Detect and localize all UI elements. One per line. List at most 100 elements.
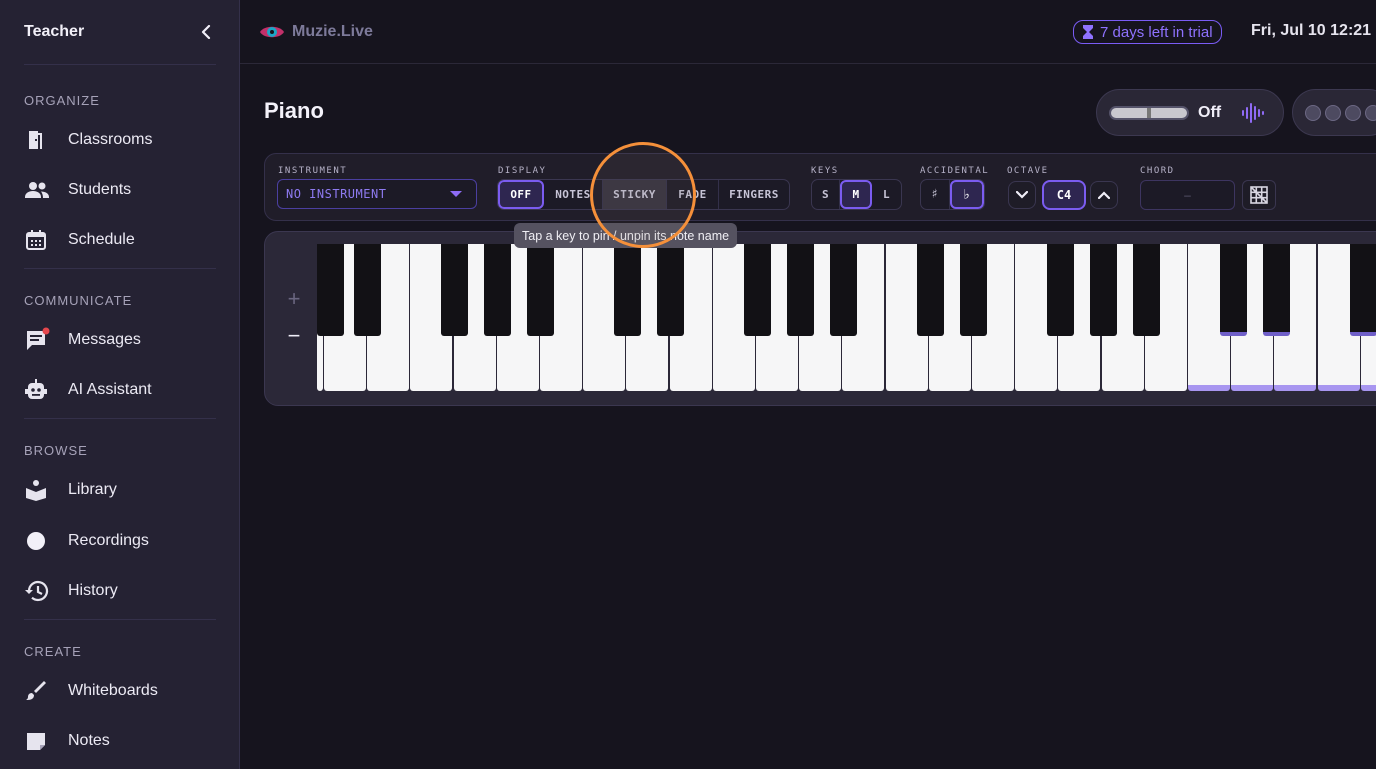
- participant-dot: [1305, 104, 1321, 121]
- octave-up-button[interactable]: [1090, 181, 1118, 209]
- piano-black-key[interactable]: [526, 244, 554, 336]
- participants-pill[interactable]: [1292, 89, 1376, 136]
- collapse-sidebar-button[interactable]: [196, 22, 216, 42]
- participant-dot: [1325, 104, 1341, 121]
- page-title: Piano: [264, 98, 324, 123]
- chevron-down-icon: [1016, 191, 1028, 199]
- keys-small-button[interactable]: S: [812, 180, 840, 209]
- hourglass-icon: [1083, 25, 1093, 39]
- divider: [24, 64, 216, 65]
- sidebar-header: Teacher: [24, 20, 216, 44]
- eye-logo-icon: [260, 26, 284, 38]
- audio-wave-icon: [1242, 103, 1264, 123]
- chord-grid-button[interactable]: [1242, 180, 1276, 210]
- sharp-button[interactable]: ♯: [921, 180, 950, 209]
- book-icon: [26, 480, 46, 501]
- piano-black-key[interactable]: [743, 244, 771, 336]
- instrument-label: INSTRUMENT: [278, 166, 348, 176]
- piano-black-key[interactable]: [829, 244, 857, 336]
- piano-black-key[interactable]: [1349, 244, 1376, 336]
- trial-badge[interactable]: 7 days left in trial: [1073, 20, 1222, 44]
- door-icon: [29, 131, 42, 149]
- sidebar-item-label: Schedule: [68, 231, 135, 248]
- divider: [24, 418, 216, 419]
- top-bar: Muzie.Live 7 days left in trial Fri, Jul…: [240, 0, 1376, 64]
- display-off-button[interactable]: OFF: [498, 180, 544, 209]
- octave-value: C4: [1042, 180, 1086, 210]
- piano-black-key[interactable]: [959, 244, 987, 336]
- sidebar-item-classrooms[interactable]: Classrooms: [24, 122, 216, 158]
- keyboard-panel: + −: [264, 231, 1376, 406]
- participant-dot: [1365, 104, 1376, 121]
- display-fingers-button[interactable]: FINGERS: [719, 180, 789, 209]
- piano-black-key[interactable]: [1219, 244, 1247, 336]
- logo[interactable]: Muzie.Live: [258, 18, 373, 46]
- piano-black-key[interactable]: [1046, 244, 1074, 336]
- piano-black-key[interactable]: [1089, 244, 1117, 336]
- trial-text: 7 days left in trial: [1100, 23, 1213, 41]
- datetime: Fri, Jul 10 12:21: [1251, 22, 1372, 39]
- chord-input[interactable]: –: [1140, 180, 1235, 210]
- sidebar-item-label: Messages: [68, 331, 141, 348]
- mic-status: Off: [1198, 104, 1222, 121]
- record-icon: [27, 532, 45, 550]
- zoom-in-button[interactable]: +: [283, 286, 305, 311]
- display-label: DISPLAY: [498, 166, 547, 176]
- sidebar-item-students[interactable]: Students: [24, 172, 216, 208]
- piano-controls: INSTRUMENT NO INSTRUMENT DISPLAY OFF NOT…: [264, 153, 1376, 221]
- section-organize: ORGANIZE: [24, 93, 100, 108]
- display-fade-button[interactable]: FADE: [667, 180, 719, 209]
- piano-black-key[interactable]: [354, 244, 381, 336]
- piano-black-key[interactable]: [656, 244, 684, 336]
- sidebar-item-label: Classrooms: [68, 131, 153, 148]
- sidebar-item-library[interactable]: Library: [24, 472, 216, 508]
- message-icon: [27, 327, 50, 350]
- piano-black-key[interactable]: [916, 244, 944, 336]
- keys-medium-button[interactable]: M: [840, 180, 872, 209]
- instrument-select[interactable]: NO INSTRUMENT: [277, 179, 477, 209]
- display-sticky-button[interactable]: STICKY: [603, 180, 667, 209]
- flat-button[interactable]: ♭: [950, 180, 984, 209]
- divider: [24, 619, 216, 620]
- piano-black-key[interactable]: [440, 244, 468, 336]
- accidental-label: ACCIDENTAL: [920, 166, 990, 176]
- mic-level-slider[interactable]: [1109, 106, 1189, 120]
- sidebar-item-whiteboards[interactable]: Whiteboards: [24, 673, 216, 709]
- sidebar-item-notes[interactable]: Notes: [24, 723, 216, 759]
- octave-label: OCTAVE: [1007, 166, 1049, 176]
- slider-thumb[interactable]: [1147, 108, 1151, 118]
- sidebar-item-messages[interactable]: Messages: [24, 322, 216, 358]
- octave-down-button[interactable]: [1008, 181, 1036, 209]
- sidebar-item-label: Students: [68, 181, 132, 198]
- piano-black-key[interactable]: [1262, 244, 1290, 336]
- audio-wave-button[interactable]: [1241, 101, 1265, 130]
- display-notes-button[interactable]: NOTES: [544, 180, 603, 209]
- sidebar: Teacher ORGANIZE Classrooms Students Sch…: [0, 0, 240, 769]
- keys-large-button[interactable]: L: [872, 180, 901, 209]
- chevron-up-icon: [1098, 191, 1110, 199]
- note-icon: [27, 733, 45, 750]
- mic-control: Off: [1096, 89, 1284, 136]
- piano-black-key[interactable]: [316, 244, 344, 336]
- sidebar-item-schedule[interactable]: Schedule: [24, 222, 216, 258]
- app-root: Teacher ORGANIZE Classrooms Students Sch…: [0, 0, 1376, 769]
- display-toggle: OFF NOTES STICKY FADE FINGERS: [497, 179, 790, 210]
- sidebar-item-recordings[interactable]: Recordings: [24, 523, 216, 559]
- sidebar-item-label: Notes: [68, 732, 110, 749]
- sidebar-item-label: History: [68, 582, 118, 599]
- piano-black-key[interactable]: [786, 244, 814, 336]
- history-icon: [25, 580, 49, 602]
- zoom-out-button[interactable]: −: [283, 323, 305, 348]
- instrument-value: NO INSTRUMENT: [286, 187, 387, 201]
- caret-down-icon: [450, 191, 462, 197]
- piano-black-key[interactable]: [1132, 244, 1160, 336]
- sidebar-item-ai-assistant[interactable]: AI Assistant: [24, 372, 216, 408]
- accidental-toggle: ♯ ♭: [920, 179, 985, 210]
- sidebar-item-history[interactable]: History: [24, 573, 216, 609]
- piano-black-key[interactable]: [613, 244, 641, 336]
- brush-icon: [26, 681, 46, 700]
- chevron-left-icon: [201, 25, 211, 39]
- divider: [24, 268, 216, 269]
- piano-keys: [316, 244, 1376, 392]
- piano-black-key[interactable]: [483, 244, 511, 336]
